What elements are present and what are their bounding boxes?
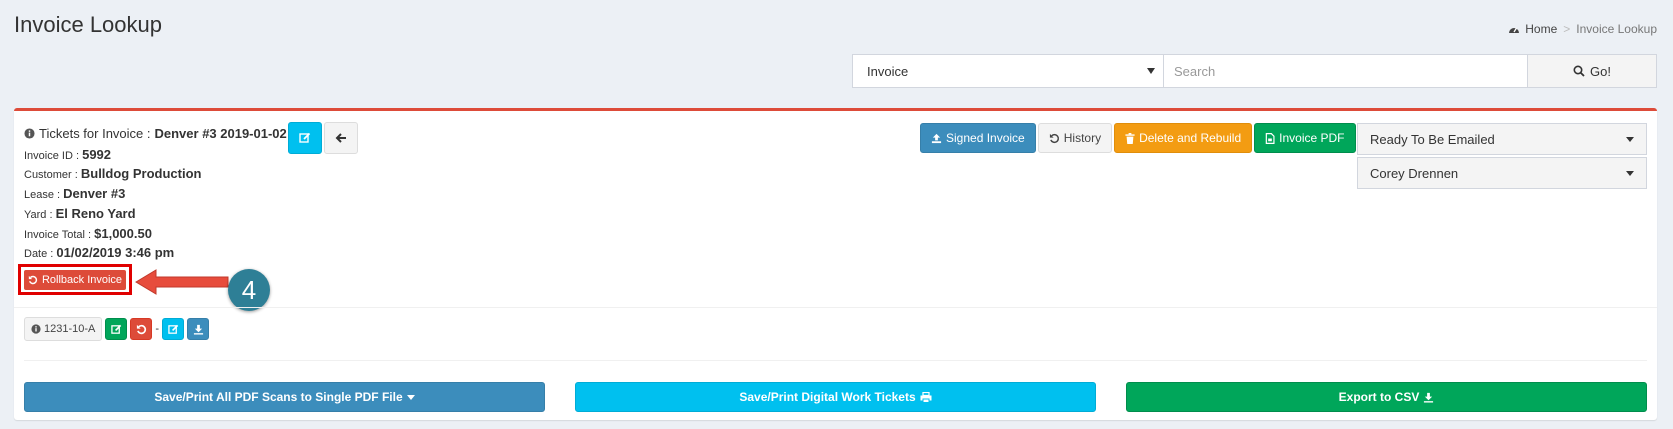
go-button[interactable]: Go! (1528, 54, 1657, 88)
export-csv-button[interactable]: Export to CSV (1126, 382, 1647, 412)
detail-invoice-id: Invoice ID : 5992 (24, 147, 111, 162)
invoice-box: Tickets for Invoice : Denver #3 2019-01-… (14, 108, 1657, 420)
ticket-number: 1231-10-A (44, 323, 96, 335)
detail-date: Date : 01/02/2019 3:46 pm (24, 245, 174, 260)
detail-value: Bulldog Production (80, 166, 202, 181)
assignee-value: Corey Drennen (1370, 165, 1459, 181)
search-type-select[interactable]: Invoice (852, 54, 1164, 88)
invoice-actions: Signed Invoice History Delete and Rebuil… (920, 123, 1356, 153)
save-print-digital-button[interactable]: Save/Print Digital Work Tickets (575, 382, 1096, 412)
tickets-title: Tickets for Invoice : Denver #3 2019-01-… (24, 126, 287, 141)
status-select[interactable]: Ready To Be Emailed (1357, 123, 1647, 155)
signed-invoice-button[interactable]: Signed Invoice (920, 123, 1036, 153)
edit-icon (299, 132, 311, 143)
detail-customer: Customer : Bulldog Production (24, 166, 201, 181)
download-icon (193, 324, 203, 335)
undo-icon (28, 275, 38, 284)
invoice-pdf-button[interactable]: Invoice PDF (1254, 123, 1356, 153)
save-print-digital-label: Save/Print Digital Work Tickets (739, 390, 916, 404)
select-caret-icon (1626, 137, 1634, 142)
breadcrumb-separator: > (1563, 22, 1571, 36)
info-circle-icon (24, 128, 35, 139)
select-caret-icon (1147, 68, 1155, 74)
rollback-invoice-label: Rollback Invoice (41, 273, 123, 286)
ticket-edit-button[interactable] (105, 318, 128, 340)
detail-value: 01/02/2019 3:46 pm (56, 245, 175, 260)
divider (24, 360, 1647, 361)
edit-icon (111, 324, 122, 334)
ticket-separator: - (155, 323, 160, 335)
history-icon (1049, 133, 1059, 143)
search-icon (1573, 65, 1585, 77)
back-button[interactable] (324, 122, 358, 154)
detail-invoice-total: Invoice Total : $1,000.50 (24, 226, 152, 241)
rollback-invoice-button[interactable]: Rollback Invoice (23, 268, 127, 291)
breadcrumb-home-label: Home (1525, 22, 1558, 36)
detail-label: Invoice ID : (24, 150, 80, 162)
detail-label: Lease : (24, 189, 61, 201)
detail-value: El Reno Yard (55, 206, 136, 221)
detail-lease: Lease : Denver #3 (24, 186, 125, 201)
export-csv-label: Export to CSV (1338, 390, 1420, 404)
go-button-label: Go! (1590, 63, 1611, 79)
select-caret-icon (1626, 171, 1634, 176)
search-input[interactable] (1164, 54, 1528, 88)
dashboard-icon (1509, 27, 1520, 33)
download-icon (1424, 392, 1434, 403)
annotation-arrow-icon (135, 269, 229, 295)
divider (14, 307, 1657, 308)
trash-icon (1125, 132, 1135, 144)
breadcrumb-current: Invoice Lookup (1576, 22, 1657, 36)
tickets-invoice-name: Denver #3 2019-01-02 (154, 126, 287, 141)
detail-yard: Yard : El Reno Yard (24, 206, 136, 221)
rollback-highlight: Rollback Invoice (18, 264, 132, 295)
invoice-pdf-label: Invoice PDF (1279, 131, 1345, 145)
detail-label: Date : (24, 248, 54, 260)
save-print-pdf-button[interactable]: Save/Print All PDF Scans to Single PDF F… (24, 382, 545, 412)
history-button[interactable]: History (1037, 123, 1113, 153)
status-value: Ready To Be Emailed (1370, 131, 1495, 147)
save-print-pdf-label: Save/Print All PDF Scans to Single PDF F… (154, 390, 403, 404)
search-type-value: Invoice (867, 64, 909, 79)
undo-icon (136, 324, 146, 334)
ticket-download-button[interactable] (187, 318, 210, 340)
signed-invoice-label: Signed Invoice (946, 131, 1025, 145)
annotation-step-number: 4 (228, 269, 270, 311)
file-pdf-icon (1265, 132, 1275, 144)
upload-icon (931, 133, 942, 143)
history-label: History (1063, 131, 1102, 145)
delete-rebuild-button[interactable]: Delete and Rebuild (1114, 123, 1253, 153)
detail-value: 5992 (82, 147, 112, 162)
assignee-select[interactable]: Corey Drennen (1357, 157, 1647, 189)
tickets-label: Tickets for Invoice : (39, 126, 151, 141)
detail-label: Yard : (24, 209, 53, 221)
detail-value: $1,000.50 (94, 226, 152, 241)
edit-icon (167, 324, 178, 334)
edit-invoice-button[interactable] (288, 122, 322, 154)
caret-down-icon (406, 394, 415, 400)
search-bar: Invoice Go! (852, 54, 1657, 88)
ticket-row: 1231-10-A - (24, 317, 210, 341)
print-icon (920, 391, 932, 403)
ticket-edit-digital-button[interactable] (162, 318, 185, 340)
breadcrumb-home[interactable]: Home (1508, 22, 1557, 36)
info-circle-icon (31, 324, 41, 334)
ticket-info-badge[interactable]: 1231-10-A (24, 317, 103, 341)
page-title: Invoice Lookup (14, 12, 162, 37)
breadcrumb: Home > Invoice Lookup (1508, 22, 1657, 36)
arrow-left-icon (335, 133, 346, 143)
detail-label: Customer : (24, 169, 78, 181)
delete-rebuild-label: Delete and Rebuild (1139, 131, 1242, 145)
detail-value: Denver #3 (63, 186, 126, 201)
detail-label: Invoice Total : (24, 229, 92, 241)
ticket-undo-button[interactable] (130, 318, 153, 340)
